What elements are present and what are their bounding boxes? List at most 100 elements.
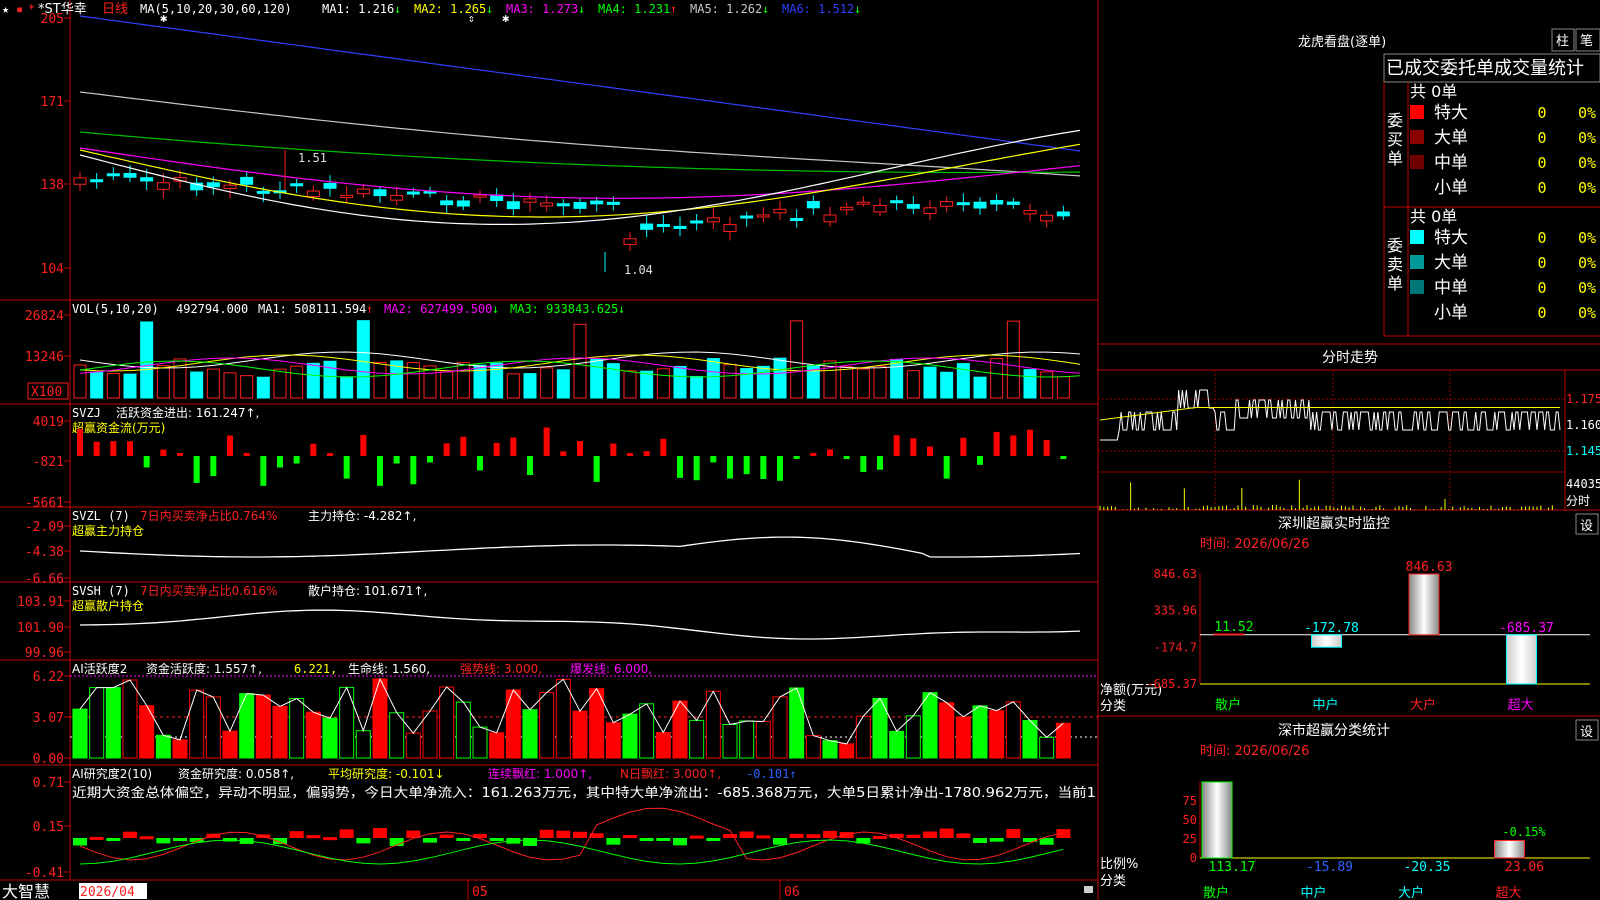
vol-ma-arrow: ↑ bbox=[366, 302, 373, 316]
vol-bar bbox=[273, 368, 287, 399]
ma-arrow-4: ↑ bbox=[670, 2, 677, 16]
monitor-xlabel: 分类 bbox=[1100, 699, 1126, 714]
order-pct: 0% bbox=[1578, 304, 1596, 322]
vol-ma-arrow: ↓ bbox=[618, 302, 625, 316]
monitor-settings-label: 设 bbox=[1580, 519, 1593, 534]
activity-bar bbox=[305, 711, 321, 759]
flow-bar bbox=[210, 456, 217, 477]
vol-bar bbox=[673, 365, 687, 399]
flow-bar bbox=[393, 456, 400, 464]
candle-body bbox=[606, 201, 620, 205]
activity-bar bbox=[155, 734, 171, 759]
vol-bar bbox=[156, 365, 170, 399]
category-bar bbox=[1408, 573, 1440, 636]
category-label: 超大 bbox=[1507, 698, 1533, 713]
flow-bar bbox=[627, 453, 633, 456]
flow-bar bbox=[943, 456, 950, 479]
y-tick-label: 0.00 bbox=[33, 752, 64, 767]
flow-bar bbox=[960, 437, 967, 456]
research-bar bbox=[789, 833, 804, 838]
vol-bar bbox=[240, 375, 254, 399]
research-bar bbox=[273, 838, 287, 845]
vol-ma-2: MA2: 627499.500 bbox=[384, 302, 492, 316]
monitor-title: 深圳超赢实时监控 bbox=[1278, 515, 1390, 532]
svzl-y-ticks: -2.09 -4.38 -6.66 bbox=[25, 520, 70, 587]
research-bar bbox=[906, 834, 921, 838]
svsh-t1: 7日内买卖净占比0.616% bbox=[140, 583, 277, 598]
research-bar bbox=[539, 829, 554, 838]
flow-bar bbox=[610, 443, 617, 456]
stock-terminal: ★ ▪ * *ST华幸 日线 MA(5,10,20,30,60,120) MA1… bbox=[0, 0, 1600, 900]
marker-icon: ⇕ bbox=[468, 12, 475, 25]
candle-body bbox=[790, 218, 804, 222]
activity-bar bbox=[105, 687, 121, 759]
activity-bar bbox=[1005, 701, 1021, 759]
vol-bar bbox=[490, 362, 504, 399]
side-label-char: 卖 bbox=[1387, 255, 1403, 274]
vol-bar bbox=[756, 365, 770, 399]
flow-bar bbox=[543, 427, 550, 456]
y-tick-label: 75 bbox=[1183, 794, 1197, 808]
sell-side-label: 委卖单 bbox=[1387, 236, 1403, 293]
vol-bar bbox=[256, 376, 270, 399]
candle-body bbox=[223, 184, 237, 189]
flow-bar bbox=[893, 435, 900, 456]
ma-value-2: MA2: 1.265 bbox=[414, 2, 486, 16]
category-bar bbox=[1311, 634, 1342, 648]
order-pct: 0% bbox=[1578, 279, 1596, 297]
candle-body bbox=[406, 191, 420, 195]
activity-bar bbox=[739, 720, 755, 759]
research-bar bbox=[839, 832, 854, 838]
flow-bar bbox=[177, 453, 183, 456]
flow-bar bbox=[527, 456, 533, 476]
order-color-swatch bbox=[1410, 155, 1424, 169]
flow-bar bbox=[143, 456, 150, 468]
research-bar bbox=[1006, 829, 1021, 838]
monitor-time: 时间: 2026/06/26 bbox=[1200, 537, 1309, 552]
vol-unit: X100 bbox=[31, 385, 62, 400]
activity-bar bbox=[972, 705, 988, 759]
order-pct: 0% bbox=[1578, 104, 1596, 122]
candle-body bbox=[506, 201, 520, 210]
y-tick-label: 104 bbox=[41, 262, 65, 277]
flow-bar bbox=[793, 456, 800, 459]
vol-bar bbox=[306, 362, 320, 399]
column-view-label: 柱 bbox=[1556, 34, 1569, 49]
activity-bar bbox=[939, 702, 955, 759]
category-label: 中户 bbox=[1300, 885, 1326, 900]
buy-side-label: 委买单 bbox=[1387, 111, 1403, 168]
order-count: 0 bbox=[1537, 229, 1546, 247]
candle-body bbox=[90, 179, 104, 183]
research-bar bbox=[423, 838, 437, 843]
svzj-text: 活跃资金进出: 161.247↑, bbox=[116, 405, 259, 420]
lock-icon[interactable] bbox=[1084, 886, 1093, 893]
vol-bar bbox=[923, 366, 937, 399]
candle-body bbox=[640, 223, 654, 230]
period-label[interactable]: 日线 bbox=[102, 2, 128, 17]
candle-body bbox=[373, 189, 387, 197]
order-color-swatch bbox=[1410, 255, 1424, 269]
svzj-label: SVZJ bbox=[72, 406, 101, 420]
low-note: 1.04 bbox=[624, 263, 653, 277]
activity-bar bbox=[989, 710, 1005, 759]
research-bar bbox=[89, 836, 104, 840]
flow-bar bbox=[827, 449, 833, 456]
activity-bar bbox=[272, 705, 288, 759]
sell-total: 共 0单 bbox=[1410, 207, 1457, 226]
order-type: 小单 bbox=[1434, 303, 1468, 323]
value-label: 846.63 bbox=[1406, 560, 1453, 575]
ai1-t4: 强势线: 3.000, bbox=[460, 662, 542, 676]
candle-body bbox=[573, 202, 587, 209]
activity-bar bbox=[855, 715, 871, 759]
candle-body bbox=[673, 225, 687, 229]
intraday-title: 分时走势 bbox=[1322, 350, 1378, 366]
candle-body bbox=[106, 173, 120, 177]
ai2-comment: 近期大资金总体偏空，异动不明显，偏弱势，今日大单净流入：161.263万元，其中… bbox=[72, 785, 1096, 801]
flow-bar bbox=[243, 453, 250, 456]
vol-bar bbox=[1023, 369, 1037, 399]
research-bar bbox=[489, 838, 504, 841]
ma-value-6: MA6: 1.512 bbox=[782, 2, 854, 16]
activity-bar bbox=[805, 735, 821, 759]
svzl-t2: 主力持仓: -4.282↑, bbox=[308, 508, 416, 523]
vol-bar bbox=[373, 361, 387, 399]
